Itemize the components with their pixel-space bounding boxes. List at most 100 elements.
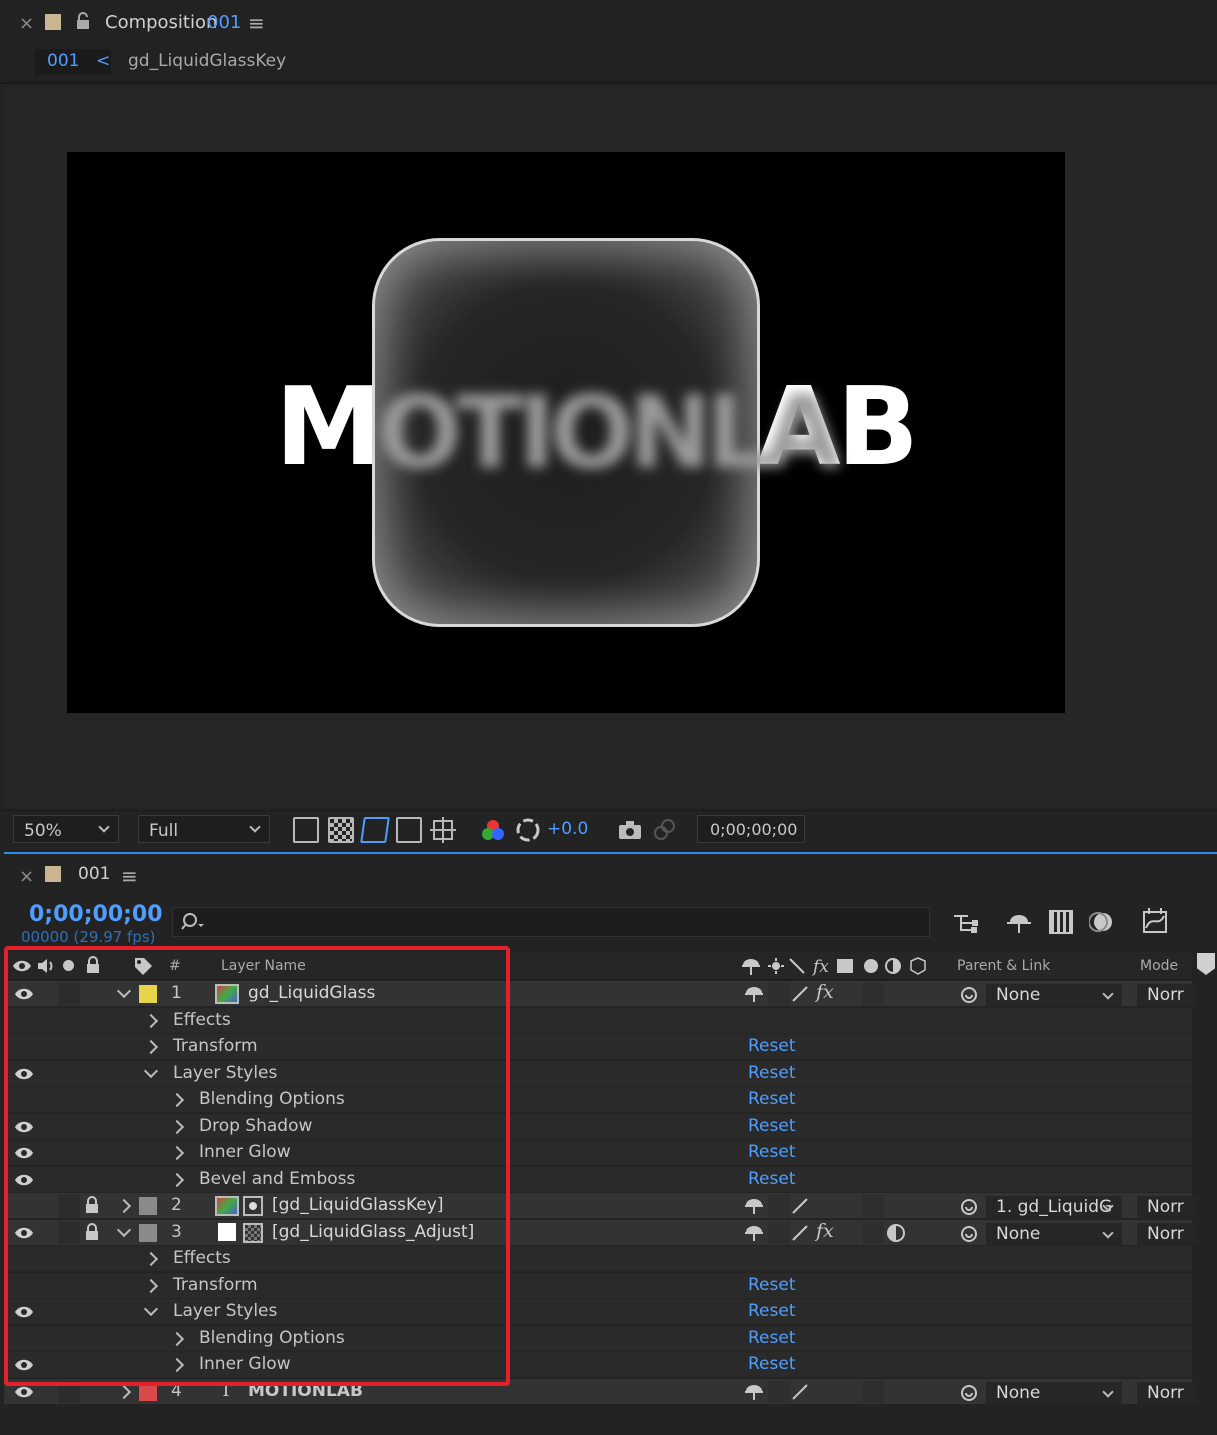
blurred-text-behind-glass: OTIONLA	[377, 374, 841, 491]
quality-switch-icon[interactable]	[790, 1197, 810, 1215]
parent-dropdown[interactable]: None	[986, 1222, 1122, 1245]
reset-link[interactable]: Reset	[748, 1144, 796, 1161]
reset-link[interactable]: Reset	[748, 1356, 796, 1373]
blend-mode-dropdown[interactable]: Norr	[1137, 1381, 1197, 1404]
composition-panel-header: × Composition 001 ≡ 001 < gd_LiquidGlass…	[0, 0, 1217, 84]
timeline-menu-icon[interactable]: ≡	[121, 866, 138, 886]
region-of-interest-icon[interactable]	[396, 817, 422, 843]
current-time-field[interactable]: 0;00;00;00	[697, 815, 805, 843]
lock-icon[interactable]	[76, 12, 90, 30]
breadcrumb-layer-label[interactable]: gd_LiquidGlassKey	[128, 53, 286, 70]
chevron-down-icon	[1102, 988, 1114, 1000]
shy-switch-icon[interactable]	[744, 985, 764, 1003]
panel-menu-icon[interactable]: ≡	[248, 13, 265, 33]
close-timeline-icon[interactable]: ×	[19, 868, 34, 886]
blend-mode-dropdown[interactable]: Norr	[1137, 984, 1197, 1006]
blend-mode-dropdown[interactable]: Norr	[1137, 1196, 1197, 1218]
resolution-value: Full	[149, 821, 179, 841]
blend-mode-value: Norr	[1147, 985, 1184, 1005]
motion-blur-icon[interactable]	[1088, 910, 1115, 934]
pick-whip-icon[interactable]	[959, 1383, 979, 1403]
collapse-switch[interactable]	[768, 983, 790, 1005]
color-management-icon[interactable]	[516, 818, 540, 842]
close-panel-icon[interactable]: ×	[19, 15, 34, 33]
shy-switch-icon[interactable]	[744, 1383, 764, 1401]
motionlab-text-left: M	[275, 365, 383, 490]
chevron-down-icon	[1102, 1385, 1114, 1398]
switches-column-icons[interactable]: fx	[741, 956, 941, 977]
blend-mode-value: Norr	[1147, 1223, 1184, 1244]
parent-link-column-label[interactable]: Parent & Link	[957, 959, 1050, 973]
breadcrumb-comp-tab[interactable]: 001 <	[35, 49, 111, 75]
breadcrumb-comp-label: 001	[47, 51, 80, 71]
pick-whip-icon[interactable]	[959, 1224, 979, 1244]
parent-dropdown[interactable]: None	[986, 1381, 1122, 1404]
timeline-color-swatch	[45, 866, 61, 882]
parent-dropdown[interactable]: 1. gd_LiquidG	[986, 1196, 1122, 1218]
chevron-down-icon	[1102, 1226, 1114, 1239]
transparency-grid-icon[interactable]	[328, 817, 354, 843]
parent-value: None	[996, 985, 1041, 1005]
composition-mini-flowchart-icon[interactable]	[952, 912, 982, 934]
current-time-value: 0;00;00;00	[710, 820, 798, 839]
chevron-down-icon	[98, 821, 110, 833]
quality-switch-icon[interactable]	[790, 985, 810, 1003]
reset-link[interactable]: Reset	[748, 1303, 796, 1320]
effects-switch-icon[interactable]: fx	[816, 983, 834, 1002]
breadcrumb-arrow-icon: <	[96, 51, 111, 71]
collapse-switch[interactable]	[768, 1221, 790, 1244]
frame-blend-switch[interactable]	[862, 1221, 884, 1244]
layer-search-input[interactable]	[172, 907, 930, 937]
blend-mode-dropdown[interactable]: Norr	[1137, 1222, 1197, 1245]
shy-switch-icon[interactable]	[744, 1224, 764, 1242]
frame-blend-switch[interactable]	[862, 1195, 884, 1217]
frame-blend-switch[interactable]	[862, 1380, 884, 1403]
adjustment-layer-switch-icon[interactable]	[887, 1223, 905, 1242]
frame-info: 00000 (29.97 fps)	[21, 928, 156, 946]
parent-value: 1. gd_LiquidG	[996, 1197, 1113, 1217]
reset-link[interactable]: Reset	[748, 1276, 796, 1294]
exposure-value[interactable]: +0.0	[547, 821, 588, 838]
chevron-right-icon[interactable]	[116, 1384, 132, 1399]
quality-switch-icon[interactable]	[790, 1224, 810, 1242]
panel-title: Composition	[105, 12, 218, 33]
channels-icon[interactable]	[481, 818, 505, 842]
grid-guides-icon[interactable]	[430, 817, 456, 843]
snapshot-camera-icon[interactable]	[618, 820, 642, 840]
reset-link[interactable]: Reset	[748, 1091, 796, 1108]
pick-whip-icon[interactable]	[959, 1197, 979, 1217]
composition-number[interactable]: 001	[207, 14, 241, 32]
current-time-display[interactable]: 0;00;00;00	[29, 904, 163, 926]
show-snapshot-icon[interactable]	[652, 818, 676, 842]
mode-column-label[interactable]: Mode	[1140, 959, 1178, 973]
parent-dropdown[interactable]: None	[986, 984, 1122, 1006]
reset-link[interactable]: Reset	[748, 1170, 796, 1188]
shy-switch-icon[interactable]	[744, 1197, 764, 1215]
collapse-switch[interactable]	[768, 1380, 790, 1403]
composition-color-swatch	[45, 14, 61, 30]
reset-link[interactable]: Reset	[748, 1117, 796, 1135]
reset-link[interactable]: Reset	[748, 1038, 796, 1055]
pick-whip-icon[interactable]	[959, 985, 979, 1005]
fast-preview-icon[interactable]	[293, 817, 319, 843]
collapse-switch[interactable]	[768, 1195, 790, 1217]
frame-blending-icon[interactable]	[1049, 910, 1073, 934]
zoom-dropdown[interactable]: 50%	[13, 815, 119, 843]
liquid-glass-shape[interactable]: OTIONLA	[372, 238, 841, 627]
mask-visibility-icon[interactable]	[360, 817, 390, 843]
blend-mode-value: Norr	[1147, 1382, 1184, 1403]
parent-value: None	[996, 1382, 1041, 1403]
svg-text:fx: fx	[811, 957, 829, 976]
graph-editor-icon[interactable]	[1142, 908, 1168, 934]
timeline-tab-name[interactable]: 001	[78, 866, 110, 883]
reset-link[interactable]: Reset	[748, 1064, 796, 1082]
effects-switch-icon[interactable]: fx	[816, 1221, 834, 1241]
chevron-down-icon	[249, 821, 261, 833]
frame-blend-switch[interactable]	[862, 983, 884, 1005]
shy-layers-icon[interactable]	[1006, 910, 1032, 934]
quality-switch-icon[interactable]	[790, 1383, 810, 1401]
reset-link[interactable]: Reset	[748, 1329, 796, 1347]
resolution-dropdown[interactable]: Full	[138, 815, 270, 843]
composition-toolbar: 50% Full +0.0 0;00;00;00	[0, 810, 1217, 848]
composition-canvas[interactable]: M AB OTIONLA	[67, 152, 1065, 713]
